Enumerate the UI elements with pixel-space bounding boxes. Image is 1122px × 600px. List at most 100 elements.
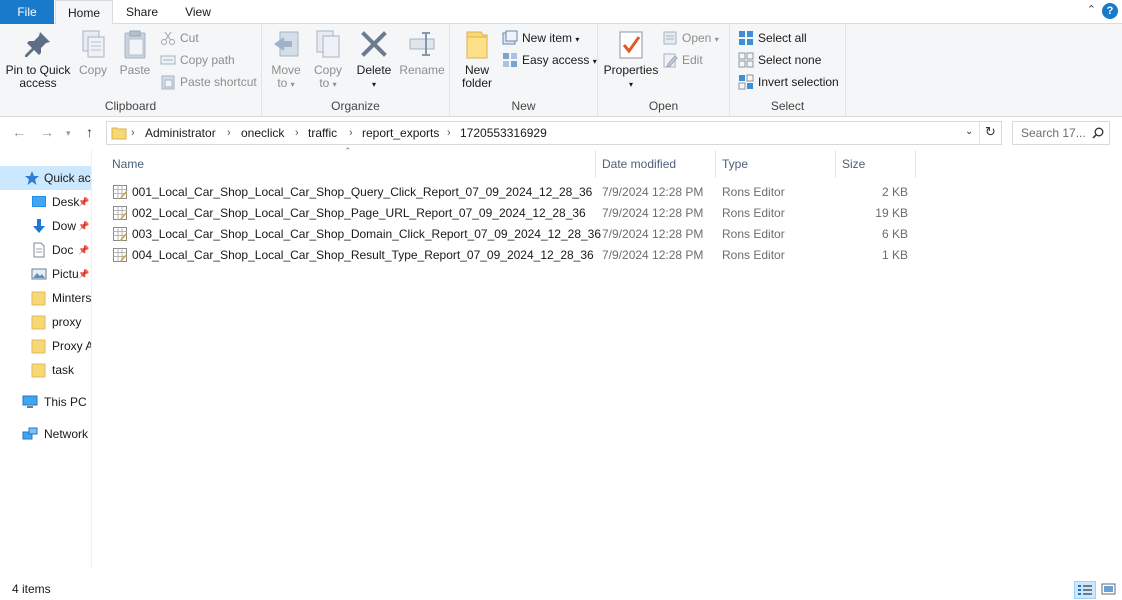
nav-item-documents[interactable]: Doc 📌 xyxy=(0,238,91,262)
file-date: 7/9/2024 12:28 PM xyxy=(602,248,704,262)
breadcrumb-separator-icon[interactable]: › xyxy=(349,122,353,144)
nav-this-pc[interactable]: This PC xyxy=(0,390,91,414)
document-icon xyxy=(33,242,45,258)
paste-button[interactable]: Paste xyxy=(116,28,154,77)
nav-item-label: Doc xyxy=(52,243,74,257)
rename-icon xyxy=(409,32,435,56)
pictures-icon xyxy=(31,268,47,280)
copy-to-label-line1: Copy xyxy=(313,63,342,77)
pin-to-quick-access-button[interactable]: Pin to Quick access xyxy=(4,28,72,90)
folder-icon xyxy=(31,315,46,330)
details-view-button[interactable] xyxy=(1074,581,1096,599)
organize-group-label: Organize xyxy=(331,99,380,113)
easy-access-icon xyxy=(503,53,517,67)
pin-icon: 📌 xyxy=(78,269,90,279)
copy-to-icon xyxy=(316,30,340,58)
paste-label: Paste xyxy=(119,63,151,77)
column-header-name[interactable]: Name xyxy=(106,150,596,178)
address-bar[interactable]: › Administrator › oneclick › traffic › r… xyxy=(106,121,1002,145)
edit-button[interactable]: Edit xyxy=(662,50,703,70)
file-type: Rons Editor xyxy=(722,227,785,241)
tab-share[interactable]: Share xyxy=(117,0,167,24)
up-arrow-icon[interactable]: ↑ xyxy=(86,124,93,140)
file-name-cell: 001_Local_Car_Shop_Local_Car_Shop_Query_… xyxy=(112,182,592,203)
new-item-button[interactable]: New item ▾ xyxy=(502,28,579,48)
column-header-size[interactable]: Size xyxy=(836,150,916,178)
nav-item-desktop[interactable]: Desk 📌 xyxy=(0,190,91,214)
breadcrumb-separator-icon[interactable]: › xyxy=(447,122,451,144)
nav-item-folder[interactable]: proxy xyxy=(0,310,91,334)
nav-item-label: Proxy A xyxy=(52,339,92,353)
nav-item-downloads[interactable]: Dow 📌 xyxy=(0,214,91,238)
copy-path-button[interactable]: Copy path xyxy=(160,50,235,70)
breadcrumb-separator-icon[interactable]: › xyxy=(295,122,299,144)
folder-icon xyxy=(31,339,46,354)
download-arrow-icon xyxy=(33,219,45,233)
spreadsheet-file-icon xyxy=(113,206,127,220)
delete-button[interactable]: Delete ▾ xyxy=(354,28,394,91)
address-history-chevron-icon[interactable]: ⌄ xyxy=(965,126,973,137)
invert-selection-button[interactable]: Invert selection xyxy=(738,72,839,92)
file-size: 1 KB xyxy=(881,248,908,262)
select-group-label: Select xyxy=(770,99,805,113)
forward-arrow-icon[interactable]: → xyxy=(40,124,54,140)
search-box[interactable]: Search 17... xyxy=(1012,121,1110,145)
file-row[interactable]: 002_Local_Car_Shop_Local_Car_Shop_Page_U… xyxy=(106,203,916,224)
column-header-date-modified[interactable]: Date modified xyxy=(596,150,716,178)
breadcrumb-separator-icon[interactable]: › xyxy=(227,122,231,144)
breadcrumb-report-exports[interactable]: report_exports xyxy=(362,122,439,144)
nav-item-label: proxy xyxy=(52,315,82,329)
file-row[interactable]: 001_Local_Car_Shop_Local_Car_Shop_Query_… xyxy=(106,182,916,203)
breadcrumb-current-folder[interactable]: 1720553316929 xyxy=(460,122,547,144)
select-none-button[interactable]: Select none xyxy=(738,50,821,70)
file-name: 004_Local_Car_Shop_Local_Car_Shop_Result… xyxy=(132,248,594,262)
nav-quick-access[interactable]: Quick ac xyxy=(0,166,91,190)
tab-file[interactable]: File xyxy=(0,0,54,24)
breadcrumb-oneclick[interactable]: oneclick xyxy=(241,122,284,144)
properties-button[interactable]: Properties ▾ xyxy=(602,28,660,91)
ribbon: Pin to Quick access Copy Paste Cut Copy … xyxy=(0,24,1122,117)
new-folder-label-line2: folder xyxy=(461,76,493,90)
refresh-icon[interactable]: ↻ xyxy=(985,124,996,140)
spreadsheet-file-icon xyxy=(113,227,127,241)
nav-item-pictures[interactable]: Pictu 📌 xyxy=(0,262,91,286)
new-folder-button[interactable]: New folder xyxy=(456,28,498,90)
paste-shortcut-button[interactable]: Paste shortcut xyxy=(160,72,257,92)
recent-locations-chevron-icon[interactable]: ▾ xyxy=(66,128,71,139)
folder-icon xyxy=(31,291,46,306)
nav-item-folder[interactable]: task xyxy=(0,358,91,382)
nav-network[interactable]: Network xyxy=(0,422,91,446)
tab-home[interactable]: Home xyxy=(55,0,113,25)
select-all-button[interactable]: Select all xyxy=(738,28,807,48)
back-arrow-icon[interactable]: ← xyxy=(12,124,26,140)
file-name-cell: 002_Local_Car_Shop_Local_Car_Shop_Page_U… xyxy=(112,203,586,224)
cut-button[interactable]: Cut xyxy=(160,28,199,48)
select-all-icon xyxy=(739,31,753,45)
breadcrumb-separator-icon[interactable]: › xyxy=(131,122,135,144)
rename-button[interactable]: Rename xyxy=(398,28,446,77)
collapse-ribbon-icon[interactable]: ⌃ xyxy=(1087,3,1096,16)
copy-to-button[interactable]: Copy to ▾ xyxy=(308,28,348,91)
help-icon[interactable]: ? xyxy=(1102,3,1118,19)
nav-item-folder[interactable]: Proxy A xyxy=(0,334,92,358)
new-folder-icon xyxy=(466,31,488,59)
file-name: 001_Local_Car_Shop_Local_Car_Shop_Query_… xyxy=(132,185,593,199)
copy-button[interactable]: Copy xyxy=(74,28,112,77)
breadcrumb-traffic[interactable]: traffic xyxy=(308,122,337,144)
cut-label: Cut xyxy=(180,31,199,45)
move-to-icon xyxy=(274,31,299,57)
file-row[interactable]: 004_Local_Car_Shop_Local_Car_Shop_Result… xyxy=(106,245,916,266)
file-row[interactable]: 003_Local_Car_Shop_Local_Car_Shop_Domain… xyxy=(106,224,916,245)
breadcrumb-administrator[interactable]: Administrator xyxy=(145,122,216,144)
column-header-type[interactable]: Type xyxy=(716,150,836,178)
select-all-label: Select all xyxy=(758,31,807,45)
move-to-button[interactable]: Move to ▾ xyxy=(266,28,306,91)
large-icons-view-button[interactable] xyxy=(1098,581,1120,599)
easy-access-button[interactable]: Easy access ▾ xyxy=(502,50,597,70)
nav-item-folder[interactable]: Minters xyxy=(0,286,91,310)
nav-quick-access-label: Quick ac xyxy=(44,171,91,185)
tab-view[interactable]: View xyxy=(172,0,224,24)
open-button[interactable]: Open ▾ xyxy=(662,28,719,48)
rename-label: Rename xyxy=(399,63,445,77)
computer-icon xyxy=(22,395,38,408)
